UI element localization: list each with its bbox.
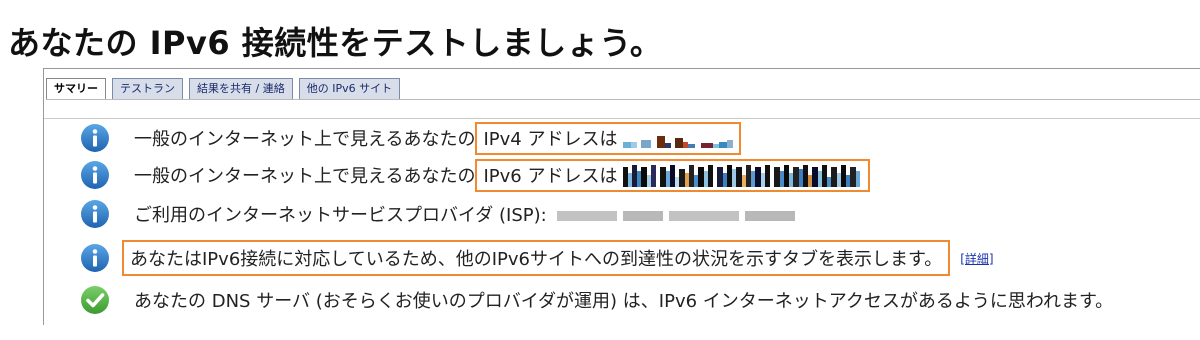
ipv4-label: IPv4 アドレスは: [483, 128, 618, 150]
ipv6-label: IPv6 アドレスは: [483, 165, 618, 187]
ipv6-capable-highlight-box: あなたはIPv6接続に対応しているため、他のIPv6サイトへの到達性の状況を示す…: [122, 240, 951, 276]
ipv4-highlight-box: IPv4 アドレスは: [475, 121, 742, 155]
ipv4-label-prefix: 一般のインターネット上で見えるあなたの: [134, 129, 476, 150]
ipv6-row: 一般のインターネット上で見えるあなたの IPv6 アドレスは: [80, 155, 871, 195]
page-title: あなたの IPv6 接続性をテストしましょう。: [8, 24, 663, 62]
isp-row: ご利用のインターネットサービスプロバイダ (ISP):: [80, 194, 795, 234]
ipv6-label-prefix: 一般のインターネット上で見えるあなたの: [134, 166, 476, 187]
tab-bar: サマリー テストラン 結果を共有 / 連絡 他の IPv6 サイト: [46, 78, 401, 100]
info-icon: [81, 200, 109, 228]
dns-row: あなたの DNS サーバ (おそらくお使いのプロバイダが運用) は、IPv6 イ…: [80, 280, 1113, 320]
info-icon: [81, 124, 109, 152]
tab-share-contact[interactable]: 結果を共有 / 連絡: [189, 78, 293, 100]
dns-message: あなたの DNS サーバ (おそらくお使いのプロバイダが運用) は、IPv6 イ…: [134, 291, 1114, 312]
tab-other-ipv6-sites[interactable]: 他の IPv6 サイト: [298, 78, 401, 100]
ipv6-redacted-address: [623, 163, 861, 187]
ipv4-row: 一般のインターネット上で見えるあなたの IPv4 アドレスは: [80, 118, 742, 158]
details-link[interactable]: [詳細]: [960, 250, 993, 267]
isp-redacted-name: [556, 207, 795, 221]
ipv6-capable-message: あなたはIPv6接続に対応しているため、他のIPv6サイトへの到達性の状況を示す…: [130, 249, 943, 270]
info-icon: [81, 161, 109, 189]
ipv4-redacted-address: [623, 128, 734, 148]
ipv6-capable-row: あなたはIPv6接続に対応しているため、他のIPv6サイトへの到達性の状況を示す…: [80, 238, 994, 278]
isp-label: ご利用のインターネットサービスプロバイダ (ISP):: [134, 205, 547, 226]
ipv6-highlight-box: IPv6 アドレスは: [475, 158, 871, 192]
check-icon: [81, 286, 109, 314]
tab-summary[interactable]: サマリー: [46, 78, 106, 100]
info-icon: [81, 244, 109, 272]
tab-divider: [46, 99, 1200, 100]
tab-test-run[interactable]: テストラン: [112, 78, 183, 100]
